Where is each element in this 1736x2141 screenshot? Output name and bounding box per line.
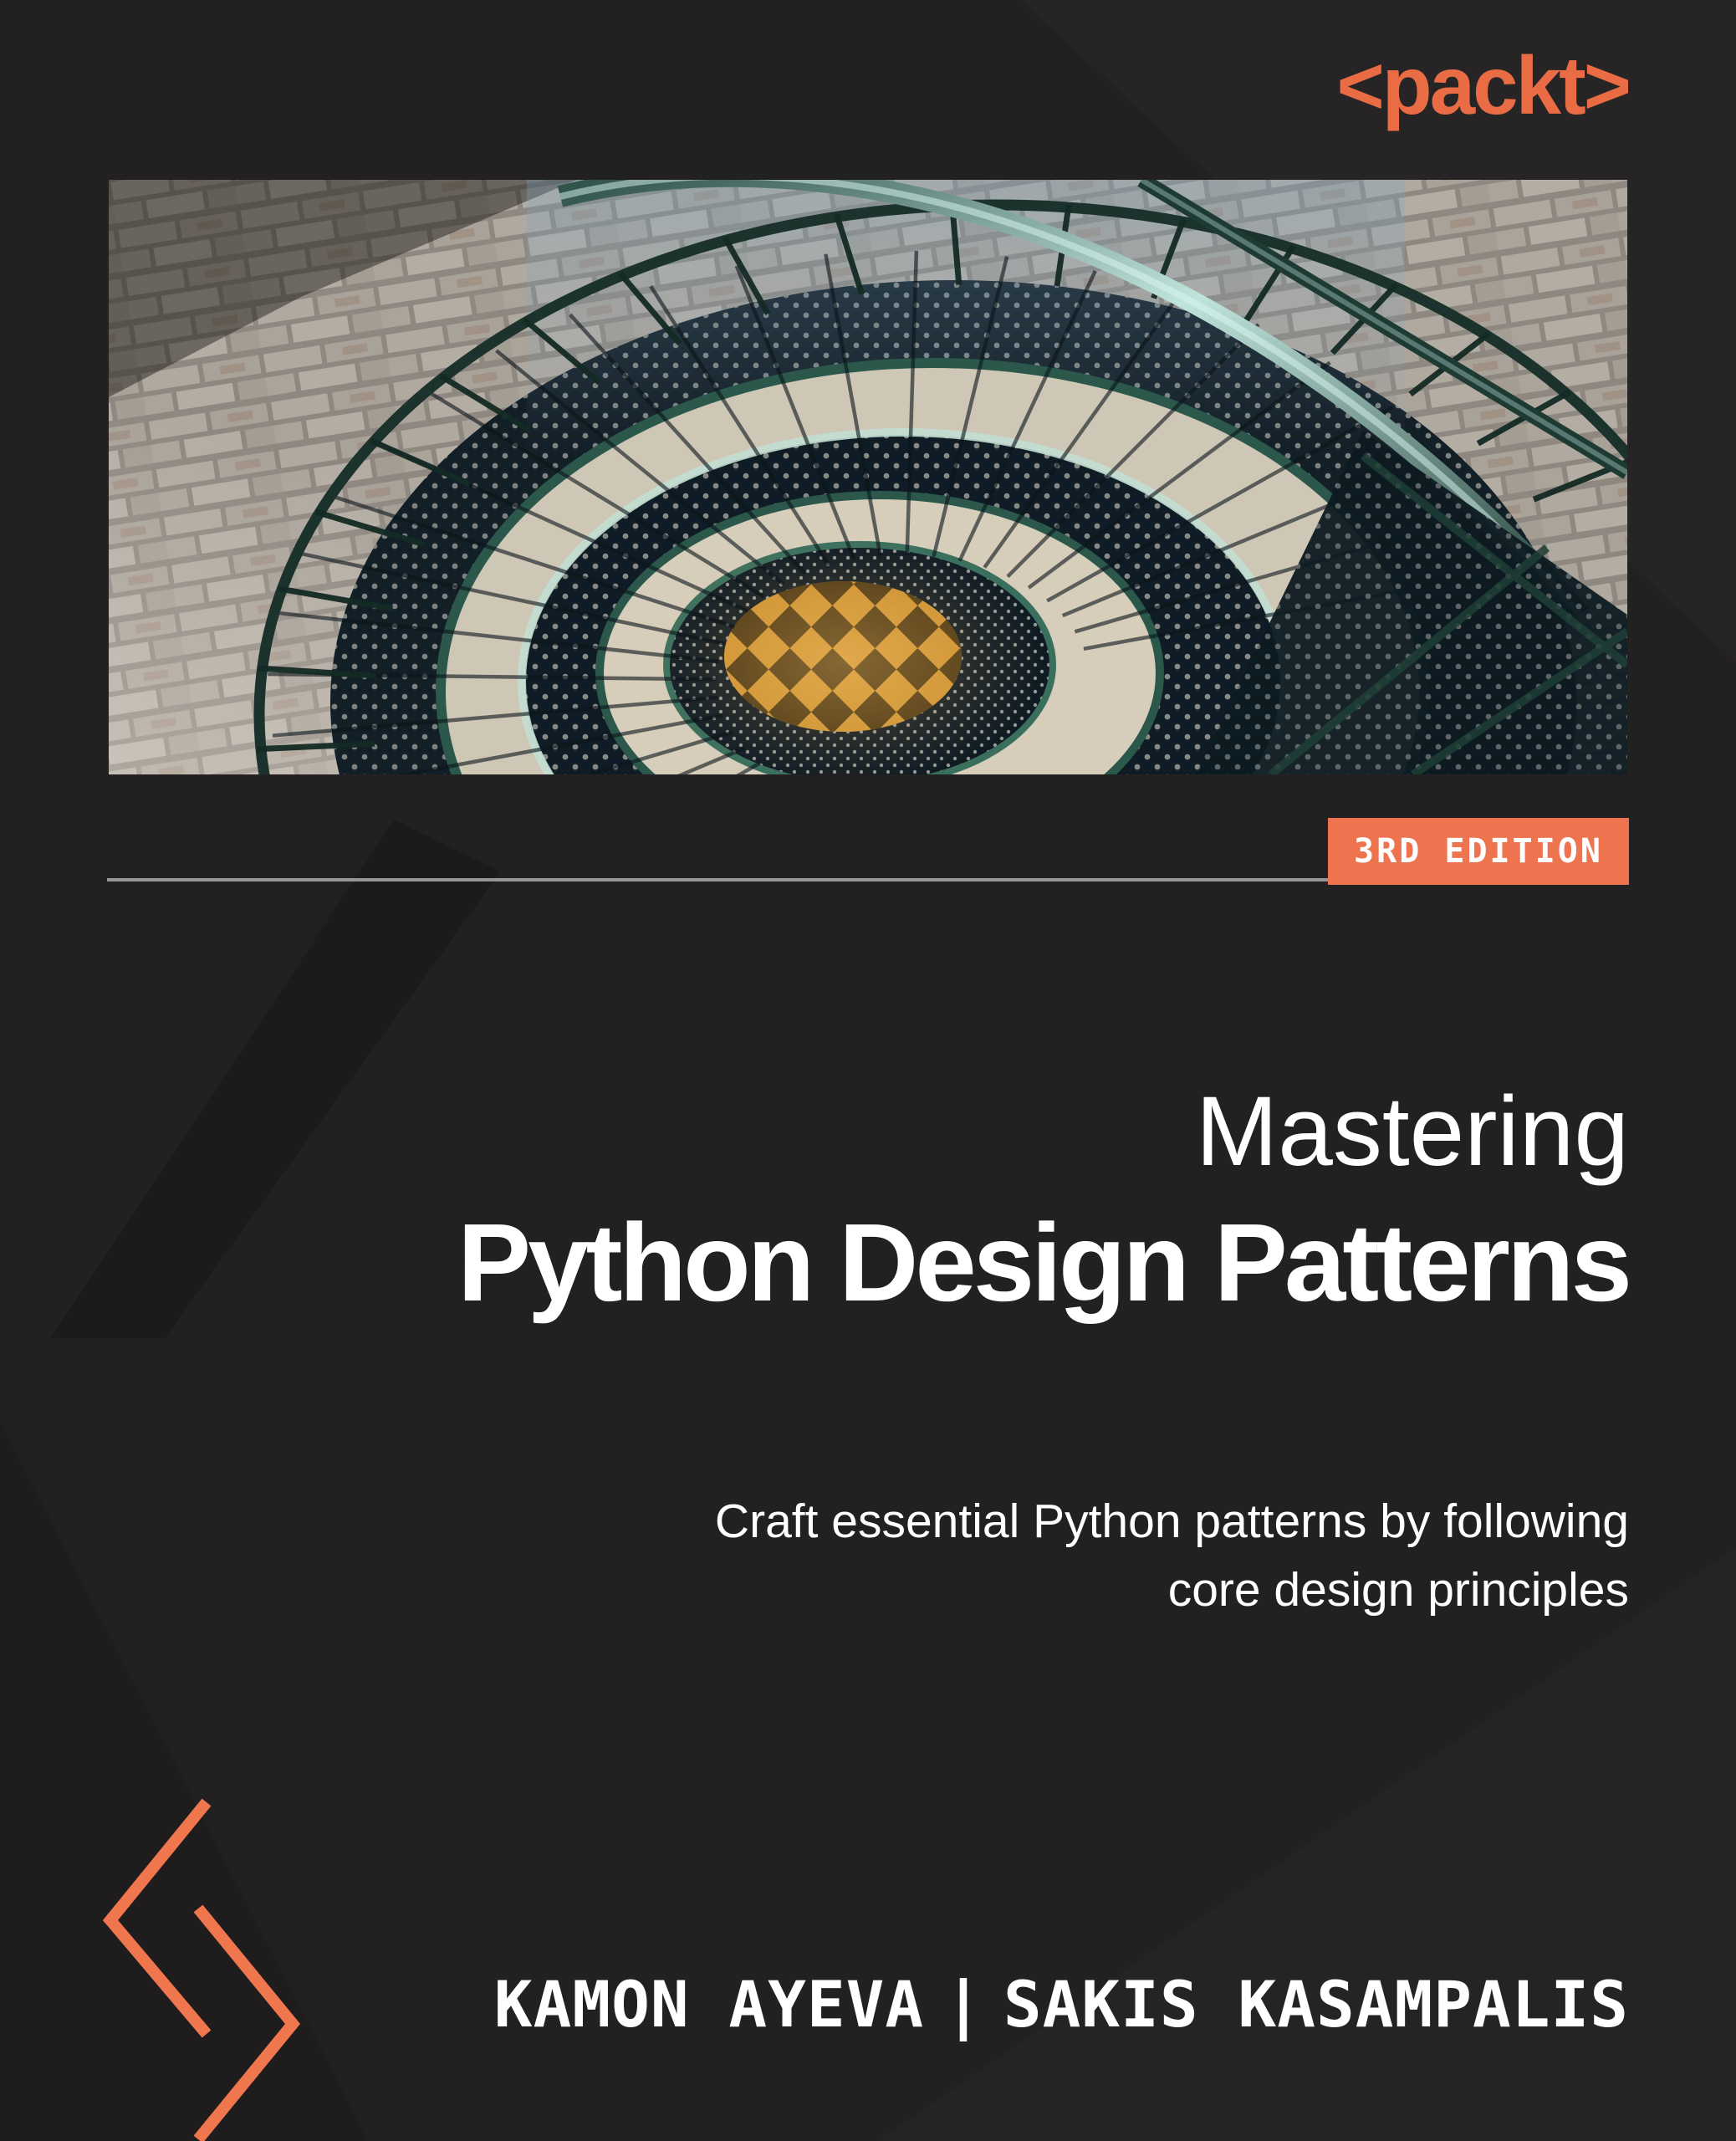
- subtitle-line-2: core design principles: [107, 1556, 1629, 1624]
- subtitle-line-1: Craft essential Python patterns by follo…: [107, 1487, 1629, 1556]
- author-separator: |: [924, 1967, 1003, 2041]
- divider-line: [107, 878, 1328, 881]
- background-facet: [878, 1547, 1736, 2141]
- authors-line: KAMON AYEVA|SAKIS KASAMPALIS: [107, 1967, 1629, 2041]
- subtitle: Craft essential Python patterns by follo…: [107, 1487, 1629, 1624]
- packt-logo: <packt>: [1337, 37, 1629, 134]
- author-name-2: SAKIS KASAMPALIS: [1003, 1967, 1629, 2041]
- book-cover: <packt>: [0, 0, 1736, 2141]
- title-line-1: Mastering: [107, 1073, 1629, 1190]
- spiral-staircase-illustration: [109, 180, 1627, 774]
- cover-photo-spiral-staircase: [109, 180, 1627, 774]
- author-name-1: KAMON AYEVA: [494, 1967, 924, 2041]
- edition-badge: 3RD EDITION: [1328, 818, 1629, 885]
- title-block: Mastering Python Design Patterns: [107, 1073, 1629, 1329]
- title-line-2: Python Design Patterns: [107, 1197, 1629, 1329]
